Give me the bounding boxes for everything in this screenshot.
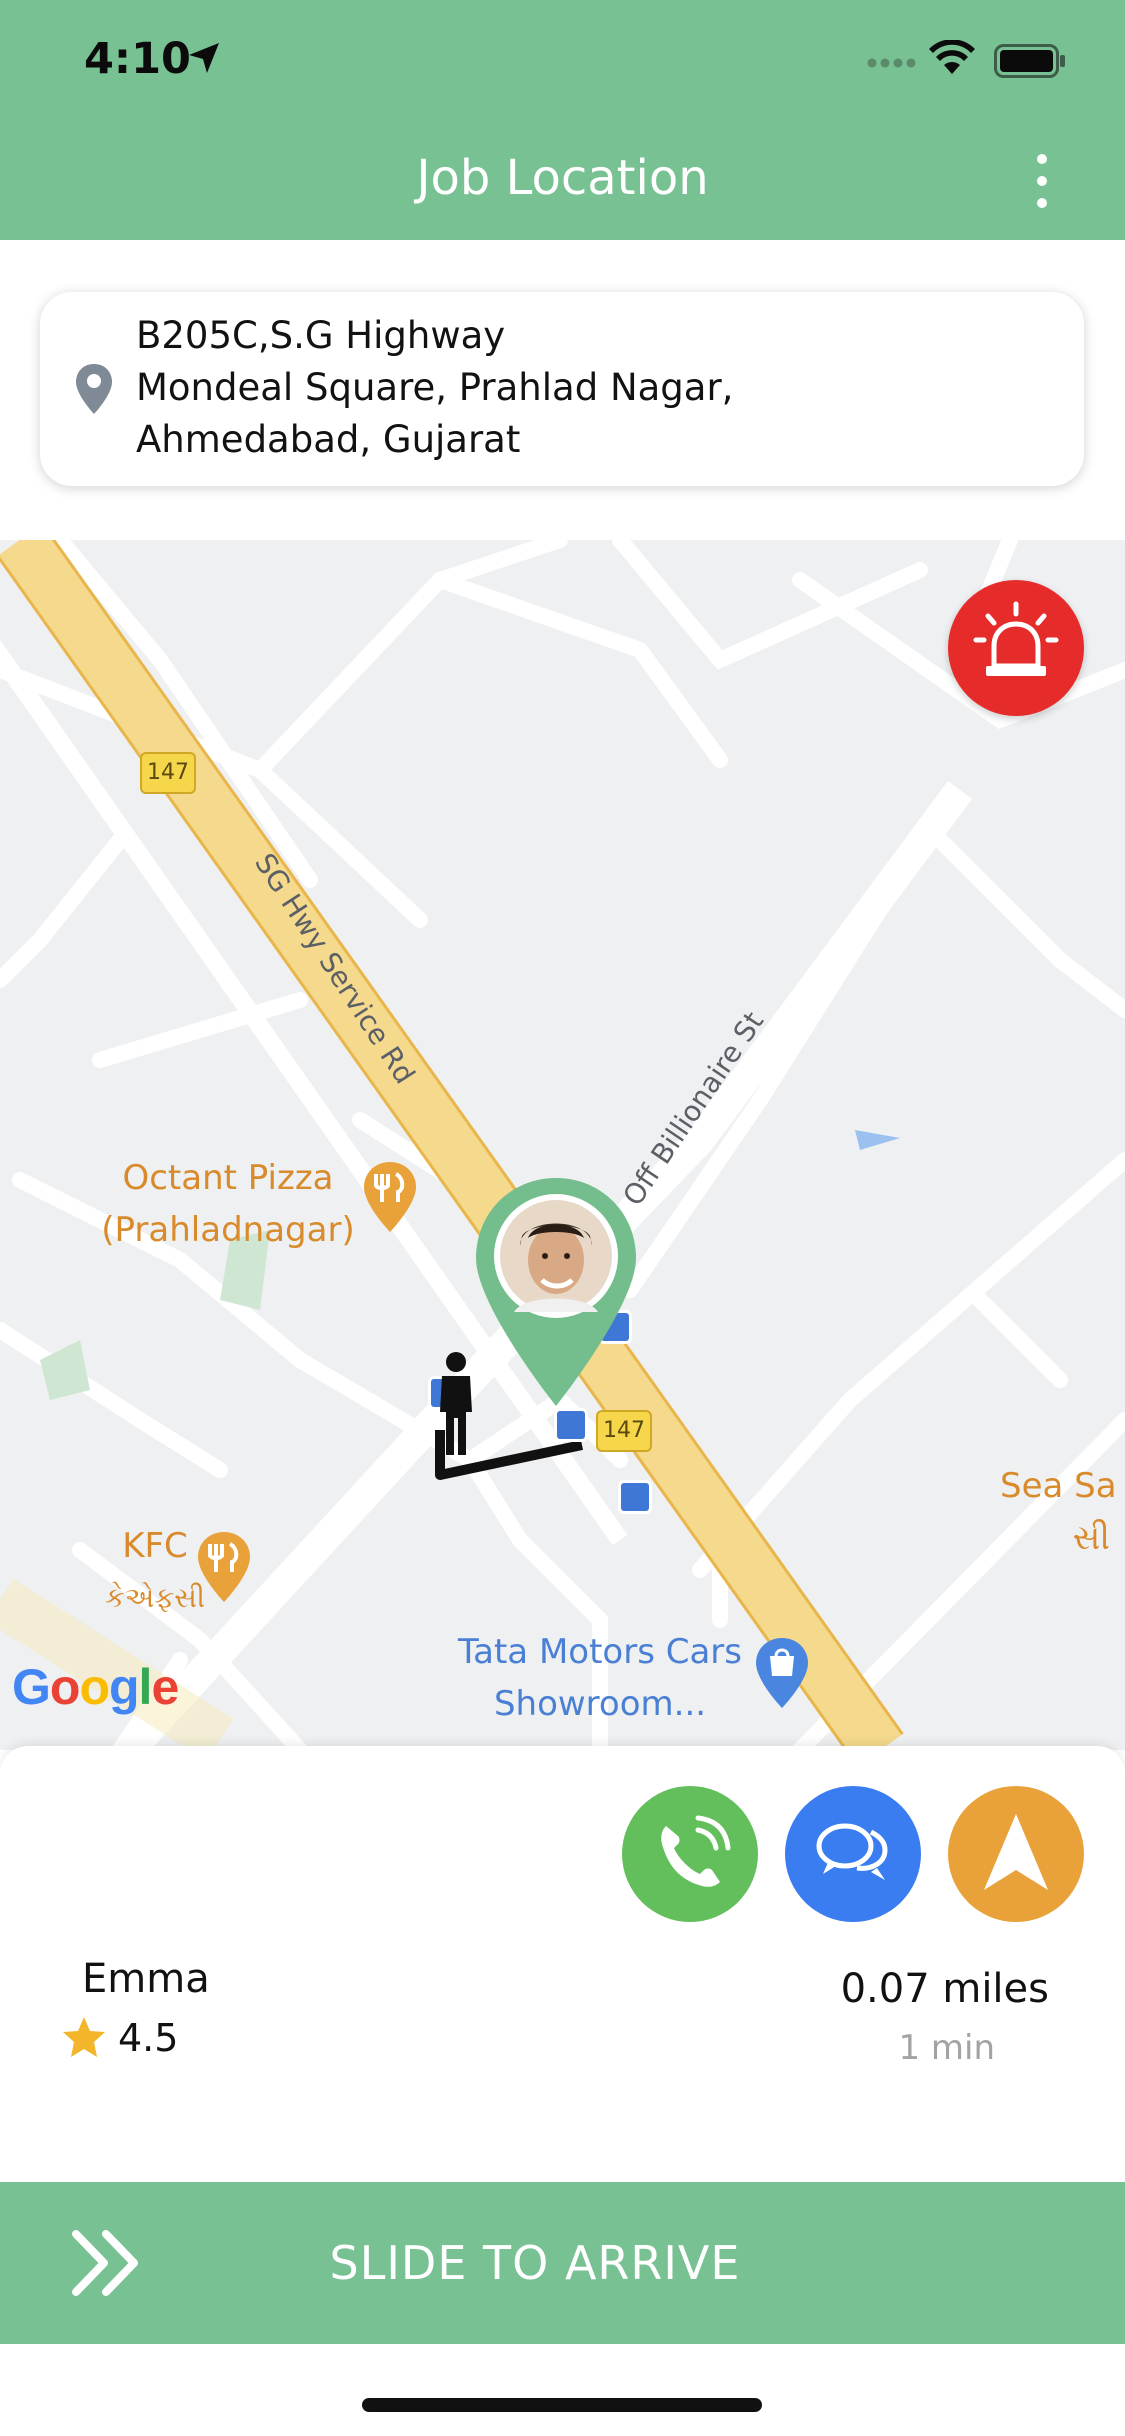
battery-icon [994,44,1065,78]
poi-sea-sa[interactable]: Sea Sa સી [1000,1460,1125,1564]
slide-label: SLIDE TO ARRIVE [329,2236,741,2290]
driver-info-sheet: Emma 4.5 0.07 miles 1 min [0,1746,1125,2182]
avatar-location-pin[interactable] [474,1176,638,1408]
phone-icon [661,1815,731,1887]
address-line-1: B205C,S.G Highway [136,314,506,357]
address-line-2: Mondeal Square, Prahlad Nagar, [136,366,734,409]
poi-label: (Prahladnagar) [101,1210,355,1250]
navigation-arrow-icon [984,1814,1048,1890]
eta-value: 1 min [898,2028,995,2068]
status-time: 4:10 [84,34,191,84]
map-pin-icon [76,364,112,414]
chat-button[interactable] [785,1786,921,1922]
poi-label: સી [1072,1518,1110,1558]
map-view[interactable]: 147 147 SG Hwy Service Rd Off Billionair… [0,540,1125,1750]
emergency-alarm-button[interactable] [948,580,1084,716]
home-indicator[interactable] [362,2398,762,2412]
shopping-pin-icon[interactable] [754,1636,810,1710]
restaurant-pin-icon[interactable] [362,1160,418,1234]
cellular-signal-icon [867,58,916,68]
more-options-icon[interactable] [1030,152,1054,210]
poi-label: Tata Motors Cars [458,1632,742,1672]
route-shield: 147 [140,752,196,794]
google-logo: Google [12,1659,179,1715]
slide-to-arrive[interactable]: SLIDE TO ARRIVE [0,2182,1125,2344]
page-title: Job Location [416,150,709,206]
navigate-button[interactable] [948,1786,1084,1922]
siren-icon [973,601,1059,676]
poi-tata-motors[interactable]: Tata Motors Cars Showroom... [440,1626,760,1730]
bus-stop-icon[interactable] [554,1408,588,1442]
location-arrow-icon [189,43,219,73]
bus-stop-icon[interactable] [618,1480,652,1514]
distance-value: 0.07 miles [840,1966,1049,2012]
address-line-3: Ahmedabad, Gujarat [136,418,521,461]
poi-label: Showroom... [493,1684,707,1724]
poi-label: Octant Pizza [122,1158,334,1198]
wifi-icon [929,40,975,74]
driver-name: Emma [82,1956,210,2002]
poi-octant-pizza[interactable]: Octant Pizza (Prahladnagar) [98,1152,358,1256]
poi-label: Sea Sa [1000,1466,1117,1506]
restaurant-pin-icon[interactable] [196,1530,252,1604]
chat-icon [816,1823,888,1880]
driver-rating: 4.5 [118,2016,179,2060]
call-button[interactable] [622,1786,758,1922]
app-header: 4:10 Job Location [0,0,1125,240]
route-shield: 147 [596,1410,652,1452]
address-card: B205C,S.G Highway Mondeal Square, Prahla… [40,292,1084,486]
star-icon [63,2017,105,2057]
